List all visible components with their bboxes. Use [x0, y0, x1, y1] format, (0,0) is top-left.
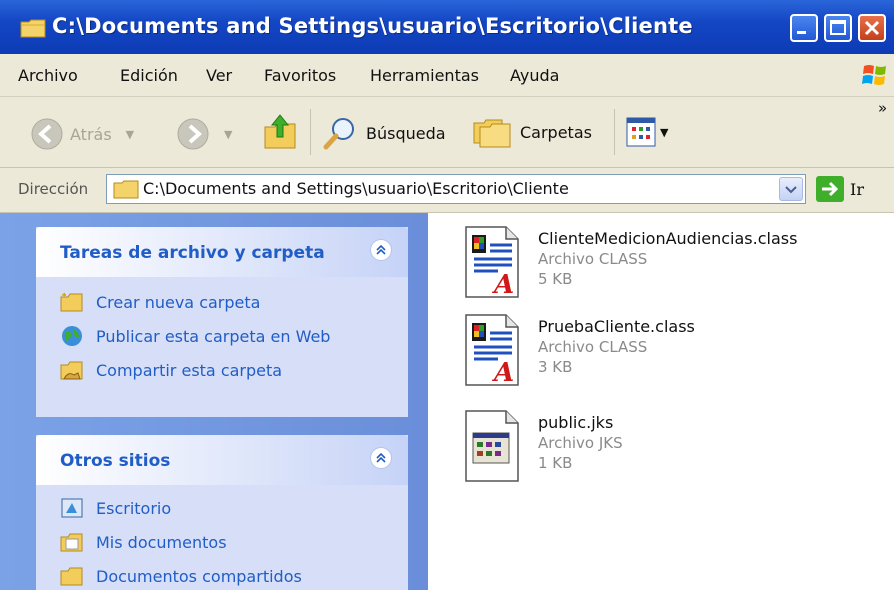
file-tasks-header[interactable]: Tareas de archivo y carpeta: [36, 227, 408, 277]
folder-icon: [60, 567, 83, 586]
minimize-icon: [797, 31, 806, 34]
menu-ayuda[interactable]: Ayuda: [510, 66, 559, 85]
shared-folder-icon: [60, 361, 83, 380]
file-meta: PruebaCliente.class Archivo CLASS 3 KB: [538, 317, 695, 387]
file-meta: public.jks Archivo JKS 1 KB: [538, 413, 623, 483]
window-title: C:\Documents and Settings\usuario\Escrit…: [52, 14, 693, 38]
maximize-button[interactable]: [824, 14, 852, 42]
forward-arrow-icon: [177, 118, 209, 150]
place-desktop[interactable]: Escritorio: [60, 497, 171, 519]
file-name: public.jks: [538, 413, 614, 432]
toolbar-overflow[interactable]: »: [878, 99, 887, 117]
file-item[interactable]: public.jks Archivo JKS 1 KB: [464, 409, 623, 483]
chevron-up-icon: [376, 244, 386, 255]
minimize-button[interactable]: [790, 14, 818, 42]
file-type: Archivo CLASS: [538, 250, 648, 268]
file-item[interactable]: A PruebaCliente.class Archivo CLASS 3 KB: [464, 313, 695, 387]
file-tasks-title: Tareas de archivo y carpeta: [60, 243, 325, 263]
file-size: 1 KB: [538, 454, 573, 472]
views-button[interactable]: ▼: [626, 117, 668, 147]
folders-button[interactable]: Carpetas: [472, 115, 592, 149]
class-file-icon: A: [465, 314, 519, 387]
title-bar[interactable]: C:\Documents and Settings\usuario\Escrit…: [0, 0, 894, 54]
file-item[interactable]: A ClienteMedicionAudiencias.class Archiv…: [464, 225, 797, 299]
jks-file-icon: [465, 410, 519, 482]
file-meta: ClienteMedicionAudiencias.class Archivo …: [538, 229, 797, 299]
windows-logo-icon: [862, 65, 886, 85]
new-folder-icon: [60, 292, 83, 312]
folders-icon: [473, 119, 511, 148]
toolbar-separator: [310, 109, 311, 155]
menu-ver[interactable]: Ver: [206, 66, 232, 85]
place-label: Mis documentos: [96, 532, 227, 552]
place-my-documents[interactable]: Mis documentos: [60, 531, 227, 553]
place-label: Escritorio: [96, 498, 172, 518]
file-type: Archivo JKS: [538, 434, 623, 452]
go-label: Ir: [850, 179, 864, 199]
back-button[interactable]: Atrás ▼: [30, 117, 134, 151]
task-label: Publicar esta carpeta en Web: [96, 326, 331, 346]
address-label: Dirección: [18, 180, 89, 198]
back-label: Atrás: [70, 124, 112, 144]
task-label: Crear nueva carpeta: [96, 292, 261, 312]
file-name: ClienteMedicionAudiencias.class: [538, 229, 798, 248]
folder-icon: [20, 19, 46, 38]
globe-icon: [62, 326, 82, 346]
task-new-folder[interactable]: Crear nueva carpeta: [60, 291, 260, 313]
menu-edicion[interactable]: Edición: [120, 66, 178, 85]
place-label: Documentos compartidos: [96, 566, 302, 586]
forward-dropdown-icon[interactable]: ▼: [224, 128, 232, 141]
menu-favoritos[interactable]: Favoritos: [264, 66, 336, 85]
desktop-icon: [61, 498, 83, 518]
other-places-title: Otros sitios: [60, 451, 171, 471]
menu-archivo[interactable]: Archivo: [18, 66, 78, 85]
address-path: C:\Documents and Settings\usuario\Escrit…: [143, 179, 569, 198]
address-dropdown-button[interactable]: [779, 177, 803, 201]
chevron-up-icon: [376, 452, 386, 463]
documents-folder-icon: [60, 533, 83, 552]
address-bar: Dirección C:\Documents and Settings\usua…: [0, 168, 894, 213]
task-share-folder[interactable]: Compartir esta carpeta: [60, 359, 282, 381]
file-size: 5 KB: [538, 270, 573, 288]
go-button[interactable]: Ir: [816, 176, 864, 202]
folder-icon: [113, 180, 139, 199]
chevron-down-icon: [785, 186, 797, 194]
standard-toolbar: Atrás ▼ ▼ Búsqueda Carpetas ▼ »: [0, 97, 894, 168]
go-arrow-icon: [816, 176, 844, 202]
place-shared-documents[interactable]: Documentos compartidos: [60, 565, 302, 587]
svg-text:A: A: [491, 270, 514, 299]
file-list: A ClienteMedicionAudiencias.class Archiv…: [428, 213, 894, 590]
file-size: 3 KB: [538, 358, 573, 376]
menu-bar: Archivo Edición Ver Favoritos Herramient…: [0, 54, 894, 97]
views-dropdown-icon: ▼: [660, 125, 669, 139]
back-arrow-icon: [31, 118, 63, 150]
explorer-window: C:\Documents and Settings\usuario\Escrit…: [0, 0, 894, 590]
file-name: PruebaCliente.class: [538, 317, 695, 336]
svg-text:A: A: [491, 358, 514, 387]
other-places-panel: Otros sitios Escritorio Mis documentos D…: [36, 435, 408, 590]
address-field[interactable]: C:\Documents and Settings\usuario\Escrit…: [106, 174, 806, 204]
other-places-header[interactable]: Otros sitios: [36, 435, 408, 485]
up-folder-icon[interactable]: [262, 111, 298, 151]
search-button[interactable]: Búsqueda: [322, 115, 446, 151]
task-publish-web[interactable]: Publicar esta carpeta en Web: [60, 325, 330, 347]
file-type: Archivo CLASS: [538, 338, 648, 356]
search-icon: [323, 118, 354, 150]
class-file-icon: A: [465, 226, 519, 299]
file-tasks-panel: Tareas de archivo y carpeta Crear nueva …: [36, 227, 408, 417]
folders-label: Carpetas: [520, 122, 592, 142]
task-label: Compartir esta carpeta: [96, 360, 283, 380]
maximize-icon: [830, 20, 846, 35]
close-icon: [864, 20, 880, 36]
views-icon: [626, 117, 656, 147]
menu-herramientas[interactable]: Herramientas: [370, 66, 479, 85]
task-pane: Tareas de archivo y carpeta Crear nueva …: [0, 213, 428, 590]
collapse-button[interactable]: [370, 447, 392, 469]
search-label: Búsqueda: [366, 123, 446, 143]
close-button[interactable]: [858, 14, 886, 42]
collapse-button[interactable]: [370, 239, 392, 261]
toolbar-separator: [614, 109, 615, 155]
forward-button[interactable]: ▼: [176, 117, 232, 151]
back-dropdown-icon[interactable]: ▼: [126, 128, 134, 141]
